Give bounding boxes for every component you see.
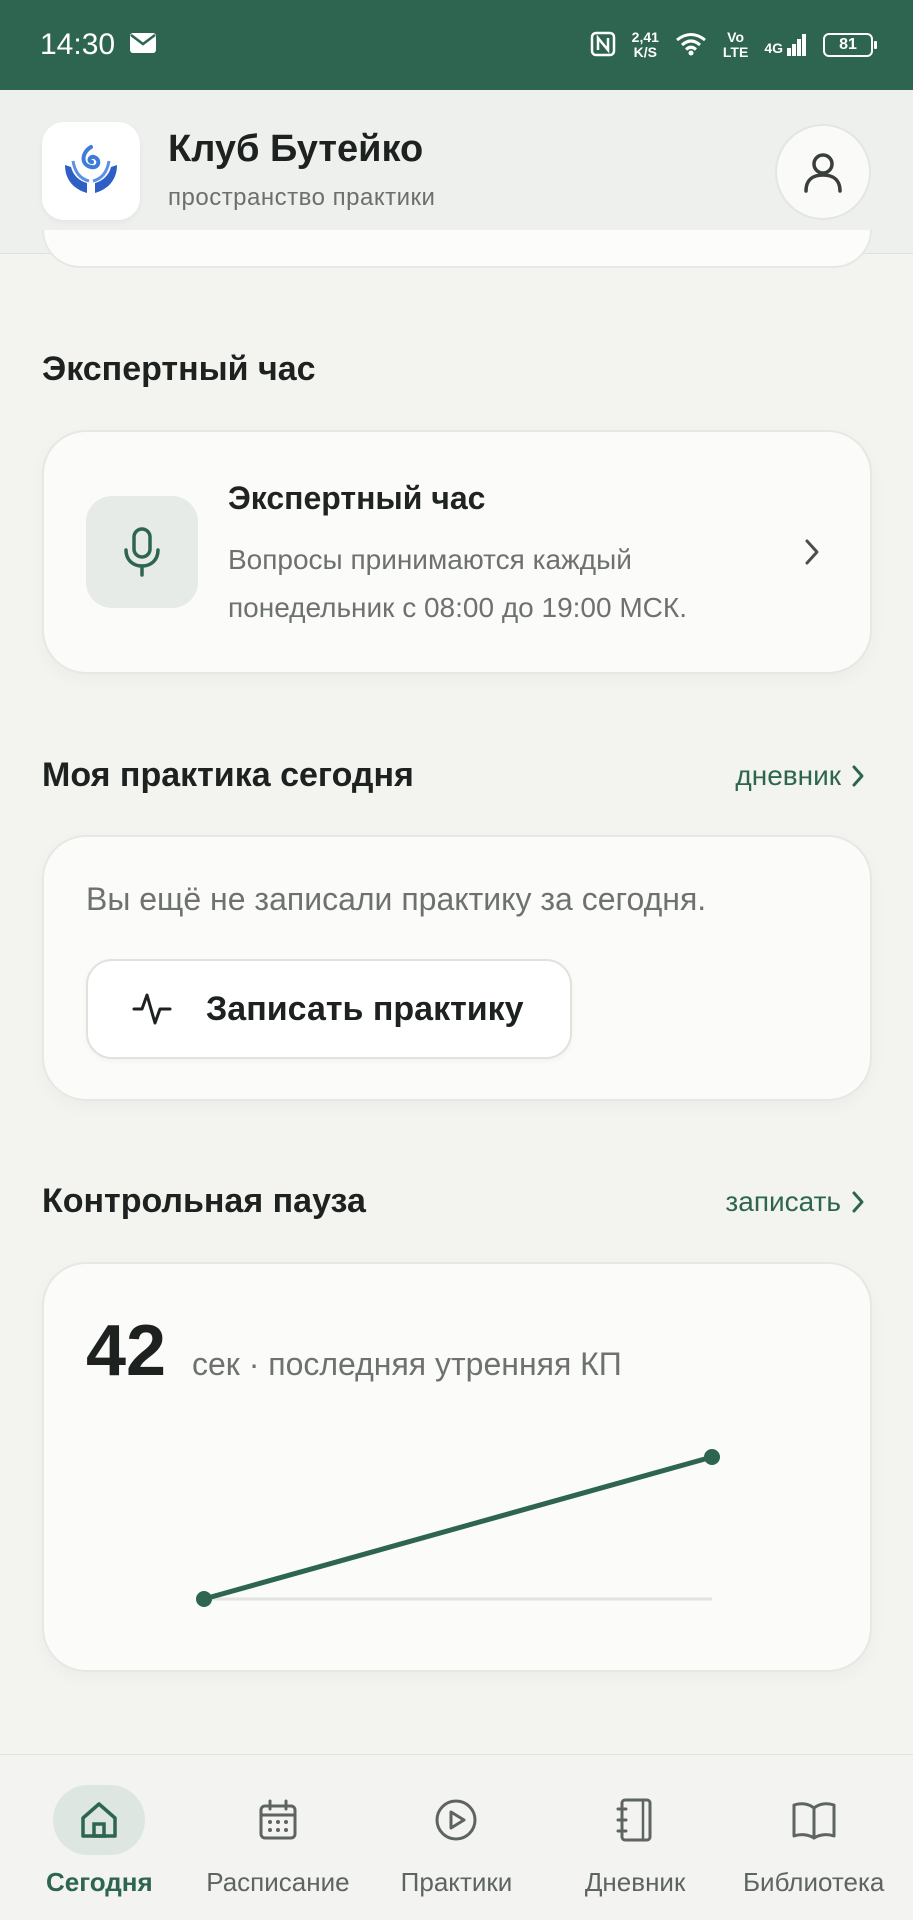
nav-schedule[interactable]: Расписание [190,1785,366,1898]
nav-schedule-label: Расписание [206,1867,350,1897]
activity-icon [132,993,172,1025]
app-subtitle: пространство практики [168,184,436,211]
record-practice-button[interactable]: Записать практику [86,959,572,1059]
chevron-right-icon [852,765,864,787]
app-logo [42,122,140,220]
wifi-icon [675,32,707,59]
kp-line-chart [196,1449,720,1607]
record-practice-label: Записать практику [206,989,524,1028]
user-icon [804,153,842,193]
chart-series-line [201,1454,715,1602]
expert-section-title: Экспертный час [42,350,316,388]
book-icon [768,1785,860,1855]
expert-card-title: Экспертный час [228,480,486,516]
control-pause-card: 42 сек · последняя утренняя КП [42,1262,872,1672]
home-icon [53,1785,146,1855]
network-type: 4G [764,40,783,56]
nav-practices-label: Практики [400,1867,513,1897]
signal-icon: 4G [764,34,807,56]
practice-empty-text: Вы ещё не записали практику за сегодня. [86,881,707,917]
diary-link-label: дневник [735,760,841,791]
calendar-icon [232,1785,324,1855]
nav-library[interactable]: Библиотека [726,1785,902,1898]
nfc-icon [590,31,616,60]
nav-today[interactable]: Сегодня [11,1785,187,1898]
mail-icon [129,28,157,62]
scrolled-card-remnant [42,230,872,268]
chevron-right-icon [802,536,822,573]
app-title: Клуб Бутейко [168,128,424,170]
net-speed-value: 2,41 [631,29,659,45]
chart-point [196,1591,212,1607]
status-bar: 14:30 2,41 K/S Vo LTE 4G 81 [0,0,913,90]
battery-level: 81 [839,36,857,53]
control-pause-title: Контрольная пауза [42,1182,366,1220]
profile-button[interactable] [775,124,871,220]
microphone-icon [124,527,160,577]
bottom-navigation: Сегодня Расписание Практики Дневник Библ… [0,1754,913,1920]
mic-icon-box [86,496,198,608]
logo-hands-icon [65,145,117,193]
battery-indicator: 81 [823,33,877,57]
net-speed-unit: K/S [633,44,657,60]
record-kp-link-label: записать [725,1186,841,1217]
diary-link[interactable]: дневник [735,760,865,792]
practice-section-title: Моя практика сегодня [42,756,414,794]
volte-bottom: LTE [722,44,749,60]
volte-top: Vo [727,29,745,45]
nav-library-label: Библиотека [742,1867,885,1897]
expert-hour-card[interactable]: Экспертный час Вопросы принимаются кажды… [42,430,872,674]
play-circle-icon [410,1785,502,1855]
nav-diary[interactable]: Дневник [547,1785,723,1898]
notebook-icon [589,1785,681,1855]
status-time: 14:30 [40,28,116,61]
record-kp-link[interactable]: записать [725,1186,865,1218]
expert-card-text: Вопросы принимаются каждый понедельник с… [228,544,687,623]
volte-indicator: Vo LTE [723,30,748,60]
nav-today-label: Сегодня [45,1867,153,1897]
nav-diary-label: Дневник [584,1867,686,1897]
practice-card: Вы ещё не записали практику за сегодня. … [42,835,872,1101]
chart-point [704,1449,720,1465]
nav-practices[interactable]: Практики [368,1785,544,1898]
chevron-right-icon [852,1191,864,1213]
net-speed: 2,41 K/S [632,30,659,60]
